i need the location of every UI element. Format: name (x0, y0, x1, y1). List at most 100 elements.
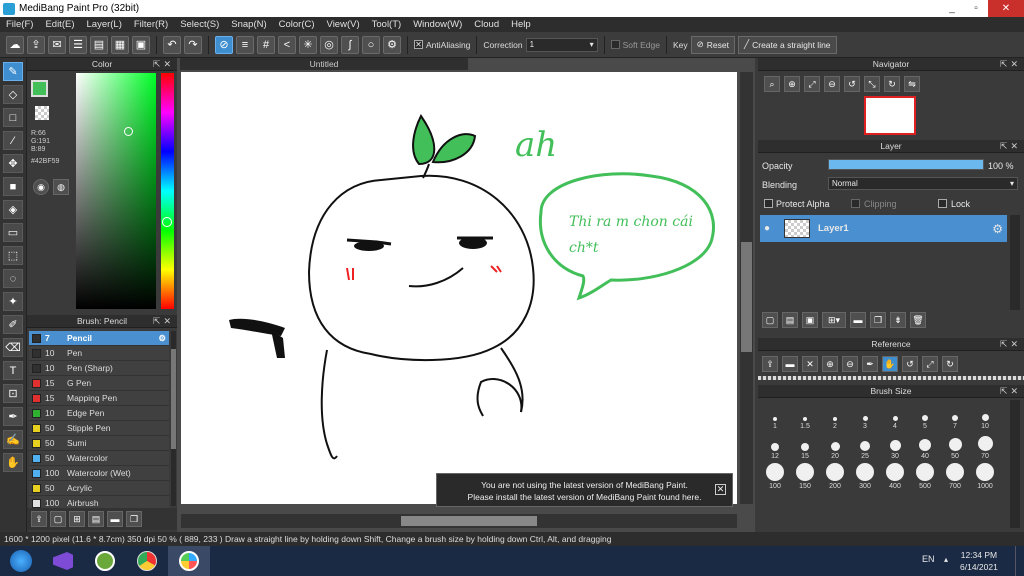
new-halftone-layer-icon[interactable]: ▤ (782, 312, 798, 328)
new-layer-icon[interactable]: ▢ (762, 312, 778, 328)
opacity-slider[interactable] (828, 159, 984, 170)
notice-close-icon[interactable]: ✕ (715, 484, 726, 495)
lasso-tool-icon[interactable]: ◌ (3, 269, 23, 288)
saturation-value-picker[interactable] (76, 73, 156, 309)
brush-item[interactable]: 100 Watercolor (Wet) (29, 466, 169, 481)
radial-snap-icon[interactable]: ✳ (299, 35, 317, 54)
ref-zoom-in-icon[interactable]: ⊕ (822, 356, 838, 372)
text-tool-icon[interactable]: T (3, 361, 23, 380)
eraser-tool-icon[interactable]: ◇ (3, 85, 23, 104)
ref-open-icon[interactable]: ▬ (782, 356, 798, 372)
add-layer-menu-icon[interactable]: ⊞▾ (822, 312, 846, 328)
gradient-tool-icon[interactable]: ▭ (3, 223, 23, 242)
delete-layer-icon[interactable]: 🗑 (910, 312, 926, 328)
brush-size-option[interactable]: 300 (850, 460, 880, 490)
layer-folder-icon[interactable]: ▬ (850, 312, 866, 328)
divide-tool-icon[interactable]: ⊡ (3, 384, 23, 403)
protect-alpha-checkbox[interactable] (764, 199, 773, 208)
add-brush-icon[interactable]: ⊞ (69, 511, 85, 527)
magic-wand-icon[interactable]: ✦ (3, 292, 23, 311)
brush-item[interactable]: 50 Watercolor (29, 451, 169, 466)
menu-file[interactable]: File(F) (0, 19, 39, 30)
soft-edge-checkbox[interactable] (610, 40, 620, 49)
menu-window[interactable]: Window(W) (407, 19, 468, 30)
navigator-thumbnail[interactable] (864, 96, 916, 135)
brush-size-option[interactable]: 12 (760, 430, 790, 460)
close-button[interactable]: ✕ (988, 0, 1024, 17)
brush-item[interactable]: 15 Mapping Pen (29, 391, 169, 406)
brush-settings-icon[interactable]: ▤ (88, 511, 104, 527)
correction-select[interactable]: 1 ▾ (525, 37, 598, 52)
brush-item[interactable]: 50 Stipple Pen (29, 421, 169, 436)
canvas-vertical-scrollbar[interactable] (740, 72, 753, 504)
layer-list-scrollbar[interactable] (1010, 215, 1020, 310)
zoom-icon[interactable]: ⌕ (764, 76, 780, 92)
zoom-in-icon[interactable]: ⊕ (784, 76, 800, 92)
menu-color[interactable]: Color(C) (273, 19, 321, 30)
grid-icon[interactable]: ▣ (132, 35, 150, 54)
menu-tool[interactable]: Tool(T) (366, 19, 408, 30)
ref-close-icon[interactable]: ✕ (802, 356, 818, 372)
merge-layer-icon[interactable]: ⇟ (890, 312, 906, 328)
clock[interactable]: 12:34 PM 6/14/2021 (960, 549, 998, 573)
reset-button[interactable]: ⊘ Reset (690, 35, 735, 54)
brush-copy-icon[interactable]: ❐ (126, 511, 142, 527)
show-desktop-button[interactable] (1015, 546, 1024, 576)
brush-folder-icon[interactable]: ▬ (107, 511, 123, 527)
document-tab[interactable]: Untitled (180, 58, 468, 70)
document-icon[interactable]: ▤ (90, 35, 108, 54)
snap-settings-icon[interactable]: ⚙ (383, 35, 401, 54)
brush-size-option[interactable]: 40 (910, 430, 940, 460)
circle-snap-icon[interactable]: ◎ (320, 35, 338, 54)
parallel-snap-icon[interactable]: ≡ (236, 35, 254, 54)
straight-line-button[interactable]: ╱ Create a straight line (737, 35, 837, 54)
fit-icon[interactable]: ⤢ (804, 76, 820, 92)
color-picker-cursor[interactable] (124, 127, 133, 136)
cloud-icon[interactable]: ☁ (6, 35, 24, 54)
brush-size-option[interactable]: 700 (940, 460, 970, 490)
select-eraser-icon[interactable]: ⌫ (3, 338, 23, 357)
canvas-paper[interactable]: ah Thi ra m chon cái ch*t (181, 72, 737, 504)
rotate-right-icon[interactable]: ↻ (884, 76, 900, 92)
redo-icon[interactable]: ↷ (184, 35, 202, 54)
brush-item[interactable]: 15 G Pen (29, 376, 169, 391)
menu-select[interactable]: Select(S) (174, 19, 225, 30)
brush-tool-icon[interactable]: ✎ (3, 62, 23, 81)
rect-tool-icon[interactable]: □ (3, 108, 23, 127)
brush-size-option[interactable]: 1 (760, 400, 790, 430)
ref-fit-icon[interactable]: ⤢ (922, 356, 938, 372)
select-tool-icon[interactable]: ⬚ (3, 246, 23, 265)
ref-rotate-right-icon[interactable]: ↻ (942, 356, 958, 372)
brush-cloud-icon[interactable]: ⇪ (31, 511, 47, 527)
share-icon[interactable]: ⇪ (27, 35, 45, 54)
canvas-horizontal-scrollbar[interactable] (181, 514, 737, 528)
menu-snap[interactable]: Snap(N) (225, 19, 272, 30)
brush-size-option[interactable]: 3 (850, 400, 880, 430)
dot-tool-icon[interactable]: ⁄ (3, 131, 23, 150)
layer-visibility-icon[interactable]: ● (764, 223, 774, 234)
brush-size-option[interactable]: 200 (820, 460, 850, 490)
rotate-left-icon[interactable]: ↺ (844, 76, 860, 92)
menu-filter[interactable]: Filter(R) (128, 19, 174, 30)
hand-tool-icon[interactable]: ✋ (3, 453, 23, 472)
brush-size-option[interactable]: 7 (940, 400, 970, 430)
brush-item[interactable]: 10 Edge Pen (29, 406, 169, 421)
menu-help[interactable]: Help (505, 19, 537, 30)
hue-slider[interactable] (161, 73, 174, 309)
ref-cloud-icon[interactable]: ⇪ (762, 356, 778, 372)
fill-rect-icon[interactable]: ■ (3, 177, 23, 196)
brush-size-option[interactable]: 50 (940, 430, 970, 460)
brush-size-option[interactable]: 15 (790, 430, 820, 460)
layer-row[interactable]: ● Layer1 ⚙ (760, 215, 1007, 242)
curve-snap-icon[interactable]: ∫ (341, 35, 359, 54)
brush-size-scrollbar[interactable] (1010, 400, 1020, 528)
vanish-snap-icon[interactable]: < (278, 35, 296, 54)
ellipse-snap-icon[interactable]: ○ (362, 35, 380, 54)
menu-cloud[interactable]: Cloud (468, 19, 505, 30)
brush-size-option[interactable]: 150 (790, 460, 820, 490)
hue-slider-handle[interactable] (162, 217, 172, 227)
brush-item[interactable]: 7 Pencil ⚙ (29, 331, 169, 346)
brush-size-option[interactable]: 10 (970, 400, 1000, 430)
panel-icon[interactable]: ▦ (111, 35, 129, 54)
brush-size-option[interactable]: 30 (880, 430, 910, 460)
